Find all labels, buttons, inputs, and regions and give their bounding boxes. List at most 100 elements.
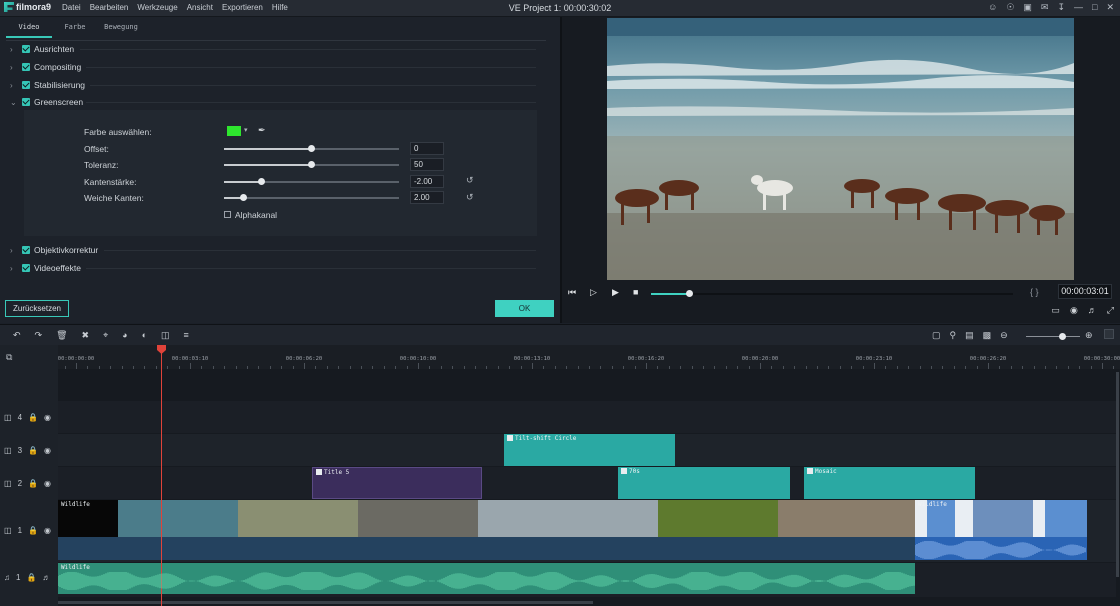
in-out-marker[interactable]: { } bbox=[1030, 287, 1039, 297]
track-lane-video-4[interactable] bbox=[58, 401, 1116, 433]
section-ausrichten[interactable]: › Ausrichten bbox=[10, 42, 74, 56]
section-checkbox[interactable] bbox=[22, 45, 30, 53]
toleranz-input[interactable]: 50 bbox=[410, 158, 444, 171]
eye-icon[interactable]: ◉ bbox=[44, 413, 51, 422]
effect-clip-tilt-shift[interactable]: Tilt-shift Circle bbox=[504, 434, 675, 466]
play-icon[interactable]: ▶ bbox=[612, 287, 619, 298]
timeline-vertical-scrollbar[interactable] bbox=[1116, 372, 1119, 577]
color-swatch[interactable] bbox=[227, 126, 241, 136]
chevron-right-icon[interactable]: › bbox=[10, 45, 18, 54]
video-clip-wildlife[interactable]: Wildlife bbox=[58, 500, 915, 537]
layout-icon[interactable] bbox=[1104, 329, 1114, 339]
ok-button[interactable]: OK bbox=[495, 300, 554, 317]
stop-icon[interactable]: ■ bbox=[633, 287, 638, 297]
zoom-out-icon[interactable]: ⊖ bbox=[1000, 330, 1008, 341]
camera-icon[interactable]: ◉ bbox=[1070, 305, 1078, 316]
zoom-slider-knob[interactable] bbox=[1059, 333, 1066, 340]
timeline-horizontal-scrollbar[interactable] bbox=[58, 601, 593, 604]
zoom-slider[interactable] bbox=[1026, 333, 1080, 340]
section-checkbox[interactable] bbox=[22, 264, 30, 272]
tab-video[interactable]: Video bbox=[6, 23, 52, 38]
section-checkbox[interactable] bbox=[22, 246, 30, 254]
step-icon[interactable]: ▷ bbox=[590, 287, 597, 298]
weiche-kanten-reset-icon[interactable]: ↺ bbox=[466, 192, 474, 203]
color-icon[interactable]: ◐ bbox=[142, 330, 147, 341]
chevron-right-icon[interactable]: › bbox=[10, 246, 18, 255]
chevron-right-icon[interactable]: › bbox=[10, 63, 18, 72]
zoom-in-icon[interactable]: ⊕ bbox=[1085, 330, 1093, 341]
monitor-icon[interactable]: ▭ bbox=[1051, 305, 1060, 316]
chevron-right-icon[interactable]: › bbox=[10, 264, 18, 273]
redo-icon[interactable]: ↷ bbox=[35, 330, 43, 341]
section-videoeffekte[interactable]: › Videoeffekte bbox=[10, 261, 81, 275]
toleranz-slider[interactable] bbox=[224, 161, 399, 168]
cut-icon[interactable]: ✖ bbox=[82, 330, 90, 341]
section-compositing[interactable]: › Compositing bbox=[10, 60, 81, 74]
lock-icon[interactable]: 🔒 bbox=[28, 479, 38, 488]
save-icon[interactable]: ▣ bbox=[1023, 2, 1032, 13]
tab-farbe[interactable]: Farbe bbox=[52, 23, 98, 38]
section-objektivkorrektur[interactable]: › Objektivkorrektur bbox=[10, 243, 98, 257]
voiceover-icon[interactable]: ▤ bbox=[965, 330, 974, 341]
cart-icon[interactable]: ☉ bbox=[1006, 2, 1014, 13]
playhead[interactable] bbox=[161, 345, 162, 606]
lock-icon[interactable]: 🔒 bbox=[28, 526, 38, 535]
mail-icon[interactable]: ✉ bbox=[1041, 2, 1049, 13]
user-icon[interactable]: ☺ bbox=[988, 2, 997, 13]
minimize-icon[interactable]: — bbox=[1074, 2, 1083, 13]
lock-icon[interactable]: 🔒 bbox=[28, 446, 38, 455]
eye-icon[interactable]: ◉ bbox=[44, 526, 51, 535]
video-clip-wildlife-2[interactable]: Wildlife bbox=[915, 500, 1087, 537]
section-stabilisierung[interactable]: › Stabilisierung bbox=[10, 78, 85, 92]
add-track-icon[interactable]: ⧉ bbox=[6, 352, 12, 363]
playback-progress[interactable] bbox=[651, 290, 1013, 297]
weiche-kanten-slider-knob[interactable] bbox=[240, 194, 247, 201]
marker-icon[interactable]: ▢ bbox=[932, 330, 941, 341]
speed-icon[interactable]: ◕ bbox=[122, 330, 127, 341]
time-ruler[interactable]: 00:00:00:00 00:00:03:10 00:00:06:20 00:00:1… bbox=[58, 345, 1120, 369]
effect-clip-70s[interactable]: 70s bbox=[618, 467, 790, 499]
chevron-right-icon[interactable]: › bbox=[10, 81, 18, 90]
offset-slider-knob[interactable] bbox=[308, 145, 315, 152]
section-checkbox[interactable] bbox=[22, 98, 30, 106]
fullscreen-icon[interactable]: ⤢ bbox=[1107, 305, 1114, 316]
snapshot-icon[interactable]: ▩ bbox=[983, 330, 992, 341]
kantenstaerke-slider[interactable] bbox=[224, 178, 399, 185]
kantenstaerke-reset-icon[interactable]: ↺ bbox=[466, 175, 474, 186]
reset-button[interactable]: Zurücksetzen bbox=[5, 300, 69, 317]
eye-icon[interactable]: ◉ bbox=[44, 446, 51, 455]
crop-icon[interactable]: ⌖ bbox=[103, 330, 108, 341]
chevron-down-icon[interactable]: ⌄ bbox=[10, 98, 18, 107]
section-checkbox[interactable] bbox=[22, 81, 30, 89]
alphakanal-checkbox[interactable] bbox=[224, 211, 231, 218]
delete-icon[interactable]: 🗑 bbox=[56, 330, 67, 341]
offset-slider[interactable] bbox=[224, 145, 399, 152]
maximize-icon[interactable]: □ bbox=[1092, 2, 1097, 13]
kantenstaerke-input[interactable]: -2.00 bbox=[410, 175, 444, 188]
undo-icon[interactable]: ↶ bbox=[13, 330, 21, 341]
close-icon[interactable]: ✕ bbox=[1106, 2, 1114, 13]
effect-clip-mosaic[interactable]: Mosaic bbox=[804, 467, 975, 499]
volume-icon[interactable]: ♬ bbox=[1088, 305, 1097, 316]
speaker-icon[interactable]: ♬ bbox=[42, 573, 50, 582]
prev-frame-icon[interactable]: ⏮ bbox=[568, 287, 576, 298]
audio-mixer-icon[interactable]: ≡ bbox=[184, 330, 189, 341]
caret-down-icon[interactable]: ▾ bbox=[244, 126, 248, 134]
lock-icon[interactable]: 🔒 bbox=[28, 413, 38, 422]
tab-bewegung[interactable]: Bewegung bbox=[98, 23, 144, 38]
toleranz-slider-knob[interactable] bbox=[308, 161, 315, 168]
eye-icon[interactable]: ◉ bbox=[44, 479, 51, 488]
weiche-kanten-slider[interactable] bbox=[224, 194, 399, 201]
download-icon[interactable]: ↧ bbox=[1057, 2, 1065, 13]
section-checkbox[interactable] bbox=[22, 63, 30, 71]
section-greenscreen[interactable]: ⌄ Greenscreen bbox=[10, 95, 83, 109]
playback-knob[interactable] bbox=[686, 290, 693, 297]
kantenstaerke-slider-knob[interactable] bbox=[258, 178, 265, 185]
weiche-kanten-input[interactable]: 2.00 bbox=[410, 191, 444, 204]
mic-icon[interactable]: ⚲ bbox=[950, 330, 957, 341]
offset-input[interactable]: 0 bbox=[410, 142, 444, 155]
eyedropper-icon[interactable]: ✒ bbox=[258, 125, 266, 136]
title-clip[interactable]: Title 5 bbox=[312, 467, 482, 499]
lock-icon[interactable]: 🔒 bbox=[26, 573, 36, 582]
green-screen-icon[interactable]: ◫ bbox=[161, 330, 170, 341]
